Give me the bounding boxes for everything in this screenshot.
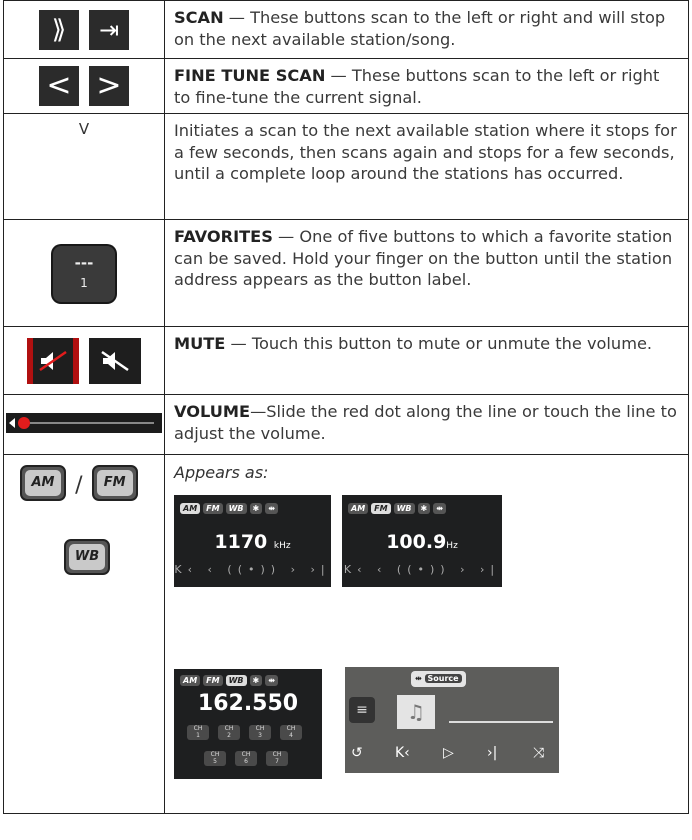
band-separator: / bbox=[75, 473, 83, 498]
favorites-description: FAVORITES — One of five buttons to which… bbox=[164, 219, 689, 327]
volume-track[interactable] bbox=[24, 421, 154, 424]
volume-slider[interactable] bbox=[6, 412, 162, 433]
fm-controls: K‹ ‹ ((•)) › ›| bbox=[343, 563, 501, 576]
fine-tune-icons-cell: < > bbox=[3, 58, 165, 114]
mute-active-button[interactable] bbox=[27, 337, 79, 384]
playlist-icon[interactable]: ≡ bbox=[349, 697, 375, 723]
media-progress-bar[interactable] bbox=[449, 721, 553, 723]
repeat-icon[interactable]: ↺ bbox=[351, 745, 363, 761]
favorite-number: 1 bbox=[80, 276, 88, 290]
music-note-icon: ♫ bbox=[397, 695, 435, 729]
wb-channel-button[interactable]: CH 2 bbox=[218, 725, 240, 740]
scan-right-button[interactable]: ⇥ bbox=[89, 9, 129, 50]
fm-band-button[interactable]: FM bbox=[91, 465, 138, 501]
scan-icons-cell: ⟫ ⇥ bbox=[3, 0, 165, 59]
shuffle-icon[interactable]: ⤨ bbox=[533, 745, 544, 761]
speaker-icon bbox=[9, 417, 15, 428]
radio-controls-table: ⟫ ⇥ SCAN — These buttons scan to the left… bbox=[3, 0, 689, 814]
wb-channel-button[interactable]: CH 5 bbox=[204, 751, 226, 766]
play-icon[interactable]: ▷ bbox=[443, 745, 454, 761]
next-track-icon[interactable]: ›| bbox=[487, 745, 497, 761]
wb-screen: AM FM WB ✱ ⇹ 162.550 CH 1 CH 2 CH 3 CH 4 CH 5 CH 6… bbox=[174, 669, 322, 779]
am-controls: K‹ ‹ ((•)) › ›| bbox=[174, 563, 331, 576]
volume-icon-cell bbox=[3, 394, 165, 455]
mute-icons-cell bbox=[3, 326, 165, 395]
band-icons-cell: AM / FM WB bbox=[3, 454, 165, 814]
appears-as-cell: Appears as: AM FM WB ✱ ⇹ 1170 kHz K‹ ‹ ((•))… bbox=[164, 454, 689, 814]
am-screen-tabs: AM FM WB ✱ ⇹ bbox=[180, 503, 281, 514]
fine-tune-description: FINE TUNE SCAN — These buttons scan to t… bbox=[164, 58, 689, 114]
media-screen: ⇹ Source ≡ ♫ ↺ K‹ ▷ ›| ⤨ bbox=[345, 667, 559, 773]
muted-speaker-icon bbox=[39, 350, 67, 371]
fm-frequency: 100.9Hz bbox=[386, 531, 458, 553]
volume-knob[interactable] bbox=[18, 416, 30, 429]
volume-description: VOLUME—Slide the red dot along the line … bbox=[164, 394, 689, 455]
favorite-preset-button[interactable]: --- 1 bbox=[53, 246, 115, 302]
scan-loop-button[interactable]: V bbox=[79, 120, 89, 138]
wb-screen-tabs: AM FM WB ✱ ⇹ bbox=[180, 675, 281, 686]
am-frequency: 1170 kHz bbox=[214, 531, 291, 553]
wb-channel-button[interactable]: CH 3 bbox=[249, 725, 271, 740]
fm-screen: AM FM WB ✱ ⇹ 100.9Hz K‹ ‹ ((•)) › ›| bbox=[342, 495, 502, 587]
fine-tune-right-button[interactable]: > bbox=[89, 66, 129, 106]
speaker-off-icon bbox=[101, 350, 129, 371]
wb-band-button[interactable]: WB bbox=[64, 539, 110, 575]
fine-tune-left-button[interactable]: < bbox=[39, 66, 79, 106]
favorite-label: --- bbox=[74, 254, 94, 272]
scan-description: SCAN — These buttons scan to the left or… bbox=[164, 0, 689, 59]
wb-channel-button[interactable]: CH 1 bbox=[187, 725, 209, 740]
am-band-button[interactable]: AM bbox=[20, 465, 66, 501]
am-screen: AM FM WB ✱ ⇹ 1170 kHz K‹ ‹ ((•)) › ›| bbox=[174, 495, 331, 587]
scan-loop-icon-cell: V bbox=[3, 113, 165, 220]
wb-channel-button[interactable]: CH 7 bbox=[266, 751, 288, 766]
wb-channel-button[interactable]: CH 6 bbox=[235, 751, 257, 766]
mute-button[interactable] bbox=[89, 337, 141, 384]
appears-as-label: Appears as: bbox=[174, 463, 269, 482]
mute-description: MUTE — Touch this button to mute or unmu… bbox=[164, 326, 689, 395]
scan-loop-description: Initiates a scan to the next available s… bbox=[164, 113, 689, 220]
wb-frequency: 162.550 bbox=[197, 691, 299, 716]
source-button[interactable]: ⇹ Source bbox=[411, 671, 466, 687]
fm-screen-tabs: AM FM WB ✱ ⇹ bbox=[348, 503, 449, 514]
wb-channel-button[interactable]: CH 4 bbox=[280, 725, 302, 740]
previous-track-icon[interactable]: K‹ bbox=[395, 745, 410, 761]
scan-left-button[interactable]: ⟫ bbox=[39, 9, 79, 50]
favorites-icon-cell: --- 1 bbox=[3, 219, 165, 327]
